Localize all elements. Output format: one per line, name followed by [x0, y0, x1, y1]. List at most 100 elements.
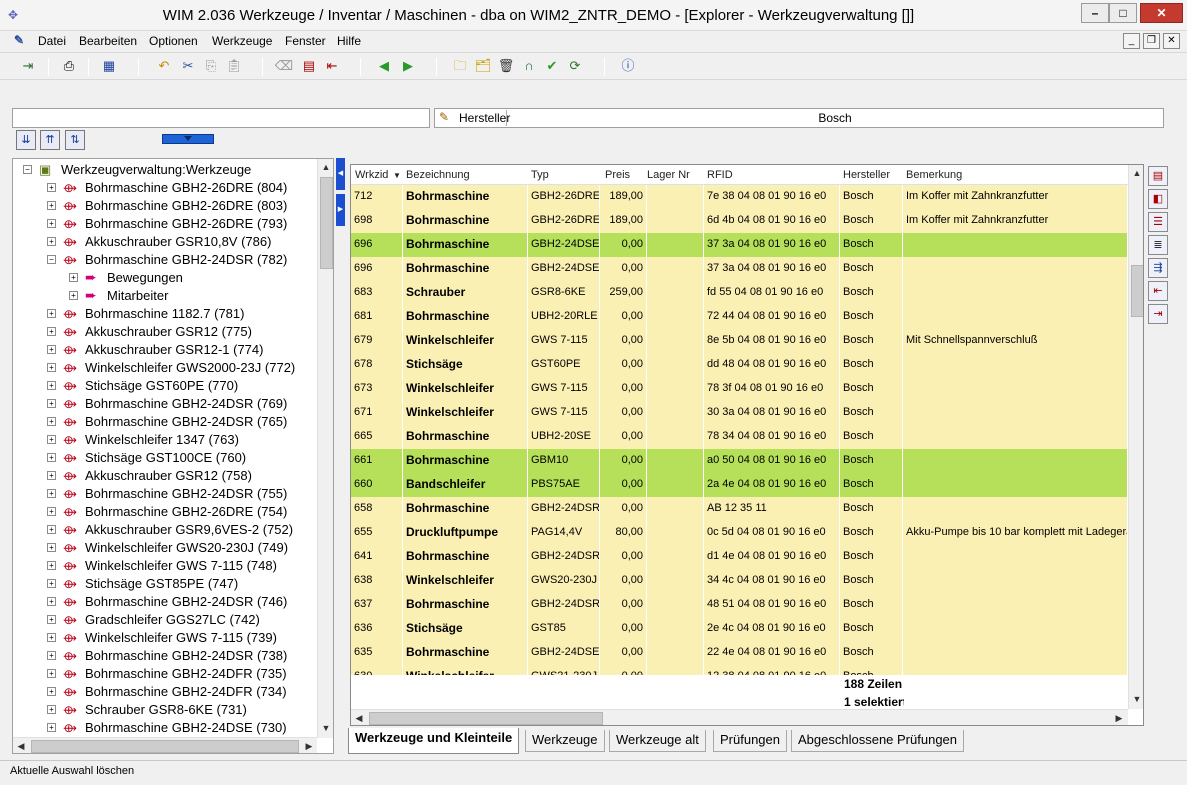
table-row[interactable]: 661 Bohrmaschine GBM10 0,00 a0 50 04 08 01 9… [351, 449, 1128, 473]
scroll-thumb[interactable] [1131, 265, 1143, 317]
tree-horizontal-scrollbar[interactable]: ◀ ▶ [13, 737, 317, 753]
table-row[interactable]: 637 Bohrmaschine GBH2-24DSR 0,00 48 51 04 08… [351, 593, 1128, 617]
splitter[interactable]: ◀ ▶ [336, 158, 345, 228]
columns-icon[interactable]: ☰ [1148, 212, 1168, 232]
table-row[interactable]: 683 Schrauber GSR8-6KE 259,00 fd 55 04 08 01… [351, 281, 1128, 305]
tree-item[interactable]: + ⟴ Bohrmaschine GBH2-24DFR (735) [13, 665, 313, 683]
table-row[interactable]: 665 Bohrmaschine UBH2-20SE 0,00 78 34 04 08 … [351, 425, 1128, 449]
expand-icon[interactable]: + [47, 363, 56, 372]
column-typ[interactable]: Typ [531, 169, 549, 181]
export-row-icon[interactable]: ⇥ [1148, 304, 1168, 324]
tree-item[interactable]: + ⟴ Gradschleifer GGS27LC (742) [13, 611, 313, 629]
expand-icon[interactable]: + [47, 633, 56, 642]
refresh-icon[interactable]: ⟳ [565, 57, 585, 75]
tree-item[interactable]: + ⟴ Akkuschrauber GSR10,8V (786) [13, 233, 313, 251]
scroll-thumb[interactable] [320, 177, 333, 269]
maximize-button[interactable]: □ [1109, 3, 1137, 23]
expand-icon[interactable]: + [47, 579, 56, 588]
tree-expand-button[interactable]: ⇊ [16, 130, 36, 150]
tree-item[interactable]: + ⟴ Winkelschleifer GWS20-230J (749) [13, 539, 313, 557]
expand-icon[interactable]: + [47, 237, 56, 246]
undo-icon[interactable]: ↶ [154, 57, 174, 75]
hersteller-filter[interactable]: ✎ Hersteller Bosch [434, 108, 1164, 128]
tree-item[interactable]: + ⟴ Bohrmaschine GBH2-24DSR (738) [13, 647, 313, 665]
column-hersteller[interactable]: Hersteller [843, 169, 890, 181]
tree-vertical-scrollbar[interactable]: ▲ ▼ [317, 159, 333, 738]
expand-icon[interactable]: + [47, 417, 56, 426]
new-record-icon[interactable]: ▤ [299, 57, 319, 75]
expand-icon[interactable]: + [47, 453, 56, 462]
column-lager-nr[interactable]: Lager Nr [647, 169, 690, 181]
tree-item[interactable]: + ⟴ Bohrmaschine GBH2-24DSR (755) [13, 485, 313, 503]
expand-icon[interactable]: + [47, 489, 56, 498]
expand-icon[interactable]: + [69, 273, 78, 282]
table-row[interactable]: 658 Bohrmaschine GBH2-24DSR 0,00 AB 12 35 11… [351, 497, 1128, 521]
tree-item[interactable]: + ⟴ Winkelschleifer GWS 7-115 (739) [13, 629, 313, 647]
tree-item[interactable]: + ⟴ Bohrmaschine GBH2-24DFR (734) [13, 683, 313, 701]
tree-item[interactable]: + ⟴ Bohrmaschine GBH2-24DSR (765) [13, 413, 313, 431]
tree-item[interactable]: + ⟴ Winkelschleifer GWS2000-23J (772) [13, 359, 313, 377]
tree-item[interactable]: + ⟴ Stichsäge GST100CE (760) [13, 449, 313, 467]
table-row[interactable]: 681 Bohrmaschine UBH2-20RLE 0,00 72 44 04 08… [351, 305, 1128, 329]
table-row[interactable]: 712 Bohrmaschine GBH2-26DRE 189,00 7e 38 04 … [351, 185, 1128, 209]
column-wrkzid[interactable]: Wrkzid [355, 169, 388, 181]
expand-icon[interactable]: + [47, 525, 56, 534]
expand-icon[interactable]: + [47, 705, 56, 714]
expand-icon[interactable]: + [47, 615, 56, 624]
column-bezeichnung[interactable]: Bezeichnung [406, 169, 470, 181]
column-preis[interactable]: Preis [605, 169, 630, 181]
expand-icon[interactable]: + [47, 669, 56, 678]
expand-icon[interactable]: + [69, 291, 78, 300]
tab-pruefungen[interactable]: Prüfungen [713, 730, 787, 752]
table-row[interactable]: 696 Bohrmaschine GBH2-24DSE 0,00 37 3a 04 08… [351, 257, 1128, 281]
magnet-icon[interactable]: ∩ [519, 57, 539, 75]
collapse-icon[interactable]: − [23, 165, 32, 174]
column-rfid[interactable]: RFID [707, 169, 733, 181]
expand-icon[interactable]: + [47, 219, 56, 228]
table-row[interactable]: 641 Bohrmaschine GBH2-24DSR 0,00 d1 4e 04 08… [351, 545, 1128, 569]
expand-icon[interactable]: + [47, 183, 56, 192]
table-row[interactable]: 671 Winkelschleifer GWS 7-115 0,00 30 3a 04 … [351, 401, 1128, 425]
calendar-icon[interactable]: ▦ [99, 57, 119, 75]
tree-item[interactable]: + ⟴ Stichsäge GST60PE (770) [13, 377, 313, 395]
expand-icon[interactable]: + [47, 471, 56, 480]
tree-item[interactable]: + ⟴ Schrauber GSR8-6KE (731) [13, 701, 313, 719]
expand-right-icon[interactable]: ▶ [336, 194, 345, 226]
expand-icon[interactable]: + [47, 309, 56, 318]
scroll-thumb[interactable] [369, 712, 603, 725]
tree-item[interactable]: + ⟴ Akkuschrauber GSR12 (775) [13, 323, 313, 341]
collapse-icon[interactable]: − [47, 255, 56, 264]
tree-item[interactable]: + ⟴ Akkuschrauber GSR12 (758) [13, 467, 313, 485]
tab-werkzeuge-alt[interactable]: Werkzeuge alt [609, 730, 706, 752]
tab-abgeschlossene-pruefungen[interactable]: Abgeschlossene Prüfungen [791, 730, 965, 752]
table-row[interactable]: 636 Stichsäge GST85 0,00 2e 4c 04 08 01 90 1… [351, 617, 1128, 641]
close-button[interactable]: ✕ [1140, 3, 1183, 23]
scroll-left-icon[interactable]: ◀ [13, 738, 29, 753]
delete-icon[interactable]: 🗑 [496, 57, 516, 75]
tab-werkzeuge-und-kleinteile[interactable]: Werkzeuge und Kleinteile [348, 728, 520, 754]
table-row[interactable]: 660 Bandschleifer PBS75AE 0,00 2a 4e 04 08 0… [351, 473, 1128, 497]
tree-view[interactable]: − ▣ Werkzeugverwaltung:Werkzeuge + ⟴ Bohrmasc… [12, 158, 334, 754]
exit-icon[interactable]: ⇥ [18, 57, 38, 75]
menu-datei[interactable]: Datei [38, 34, 66, 48]
print-icon[interactable]: ⎙ [59, 57, 79, 75]
red-list-icon[interactable]: ▤ [1148, 166, 1168, 186]
folders-icon[interactable]: 🗂 [473, 57, 493, 75]
expand-icon[interactable]: + [47, 201, 56, 210]
next-icon[interactable]: ▶ [398, 57, 418, 75]
tree-item[interactable]: + ⟴ Winkelschleifer GWS 7-115 (748) [13, 557, 313, 575]
table-row[interactable]: 638 Winkelschleifer GWS20-230J 0,00 34 4c 04… [351, 569, 1128, 593]
table-row[interactable]: 698 Bohrmaschine GBH2-26DRE 189,00 6d 4b 04 … [351, 209, 1128, 233]
table-row[interactable]: 655 Druckluftpumpe PAG14,4V 80,00 0c 5d 04 0… [351, 521, 1128, 545]
table-row[interactable]: 696 Bohrmaschine GBH2-24DSE 0,00 37 3a 04 08… [351, 233, 1128, 257]
scroll-left-icon[interactable]: ◀ [351, 710, 367, 725]
tree-item[interactable]: + ➨ Bewegungen [13, 269, 313, 287]
check-icon[interactable]: ✔ [542, 57, 562, 75]
table-row[interactable]: 679 Winkelschleifer GWS 7-115 0,00 8e 5b 04 … [351, 329, 1128, 353]
tree-item[interactable]: + ⟴ Akkuschrauber GSR9,6VES-2 (752) [13, 521, 313, 539]
tree-collapse-button[interactable]: ⇈ [40, 130, 60, 150]
expand-icon[interactable]: + [47, 381, 56, 390]
previous-icon[interactable]: ◀ [374, 57, 394, 75]
tree-item[interactable]: + ➨ Mitarbeiter [13, 287, 313, 305]
scroll-thumb[interactable] [31, 740, 299, 753]
